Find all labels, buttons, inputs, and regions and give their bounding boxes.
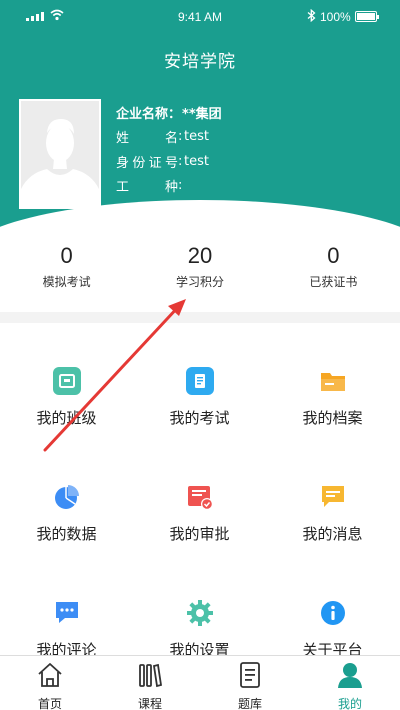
profile-info: 企业名称： **集团 姓 名: test 身份证号: test 工 种: 在线时长:0…	[116, 100, 222, 223]
company-value: **集团	[182, 106, 222, 122]
battery-icon	[355, 11, 379, 22]
stat-label: 模拟考试	[42, 275, 91, 289]
class-icon	[52, 367, 81, 395]
tab-courses[interactable]: 课程	[100, 656, 200, 710]
stat-study-points[interactable]: 20 学习积分	[133, 243, 266, 301]
user-icon	[338, 663, 362, 688]
tab-label: 课程	[137, 697, 162, 710]
books-icon	[139, 663, 163, 688]
menu-label: 我的考试	[169, 409, 230, 427]
company-label: 企业名称	[116, 106, 169, 122]
online-value: 0秒	[184, 204, 206, 220]
bluetooth-icon	[307, 9, 316, 22]
menu-my-settings[interactable]: 我的设置	[133, 599, 266, 655]
stat-certificates[interactable]: 0 已获证书	[267, 243, 400, 301]
pie-chart-icon	[53, 483, 81, 511]
id-label: 身份证号	[116, 155, 178, 171]
stat-value: 0	[327, 243, 340, 268]
menu-my-class[interactable]: 我的班级	[0, 367, 133, 428]
name-label: 姓 名	[116, 131, 178, 147]
name-value: test	[184, 129, 209, 145]
page-title: 安培学院	[164, 52, 236, 72]
online-row: 在线时长:0秒	[116, 202, 206, 220]
battery-percent: 100%	[320, 10, 351, 24]
tab-label: 题库	[237, 697, 262, 710]
id-value: test	[184, 153, 209, 169]
online-label: 在线时长	[116, 204, 178, 220]
menu-label: 我的评论	[36, 641, 97, 655]
menu-label: 我的数据	[36, 525, 97, 543]
bottom-tab-bar: 首页 课程 题库 我的	[0, 655, 400, 710]
comment-icon	[53, 599, 81, 627]
gear-icon	[186, 599, 214, 627]
menu-label: 我的档案	[302, 409, 363, 427]
name-row: 姓 名: test	[116, 129, 209, 147]
info-icon	[319, 599, 347, 627]
menu-my-message[interactable]: 我的消息	[266, 483, 399, 544]
job-label: 工 种	[116, 180, 178, 196]
approval-icon	[186, 483, 214, 511]
menu-about-platform[interactable]: 关于平台	[266, 599, 399, 655]
stats-row: 0 模拟考试 20 学习积分 0 已获证书	[0, 243, 400, 301]
id-row: 身份证号: test	[116, 153, 209, 171]
menu-label: 我的班级	[36, 409, 97, 427]
menu-my-archive[interactable]: 我的档案	[266, 367, 399, 428]
stat-mock-exams[interactable]: 0 模拟考试	[0, 243, 133, 301]
user-silhouette-icon	[21, 101, 99, 207]
stat-value: 20	[187, 243, 213, 268]
section-divider	[0, 312, 400, 323]
menu-my-comment[interactable]: 我的评论	[0, 599, 133, 655]
status-bar: 9:41 AM 100%	[0, 0, 400, 34]
avatar[interactable]	[19, 99, 101, 209]
menu-label: 关于平台	[302, 641, 363, 655]
menu-label: 我的消息	[302, 525, 363, 543]
menu-my-data[interactable]: 我的数据	[0, 483, 133, 544]
menu-my-approval[interactable]: 我的审批	[133, 483, 266, 544]
message-icon	[319, 483, 347, 511]
exam-icon	[185, 367, 214, 395]
menu-label: 我的审批	[169, 525, 230, 543]
menu-label: 我的设置	[169, 641, 230, 655]
folder-icon	[319, 367, 347, 395]
document-icon	[240, 662, 260, 688]
stat-label: 学习积分	[175, 275, 224, 289]
job-row: 工 种:	[116, 178, 183, 196]
stat-value: 0	[60, 243, 73, 268]
menu-my-exam[interactable]: 我的考试	[133, 367, 266, 428]
tab-mine[interactable]: 我的	[300, 656, 400, 710]
menu-grid: 我的班级 我的考试 我的档案 我的数据 我的审批 我的消息 我的评论 我的设置 …	[0, 323, 400, 655]
tab-label: 首页	[37, 697, 62, 710]
tab-home[interactable]: 首页	[0, 656, 100, 710]
company-row: 企业名称： **集团	[116, 100, 222, 125]
tab-question-bank[interactable]: 题库	[200, 656, 300, 710]
tab-label: 我的	[337, 697, 362, 710]
home-icon	[38, 663, 62, 687]
stat-label: 已获证书	[309, 275, 358, 289]
